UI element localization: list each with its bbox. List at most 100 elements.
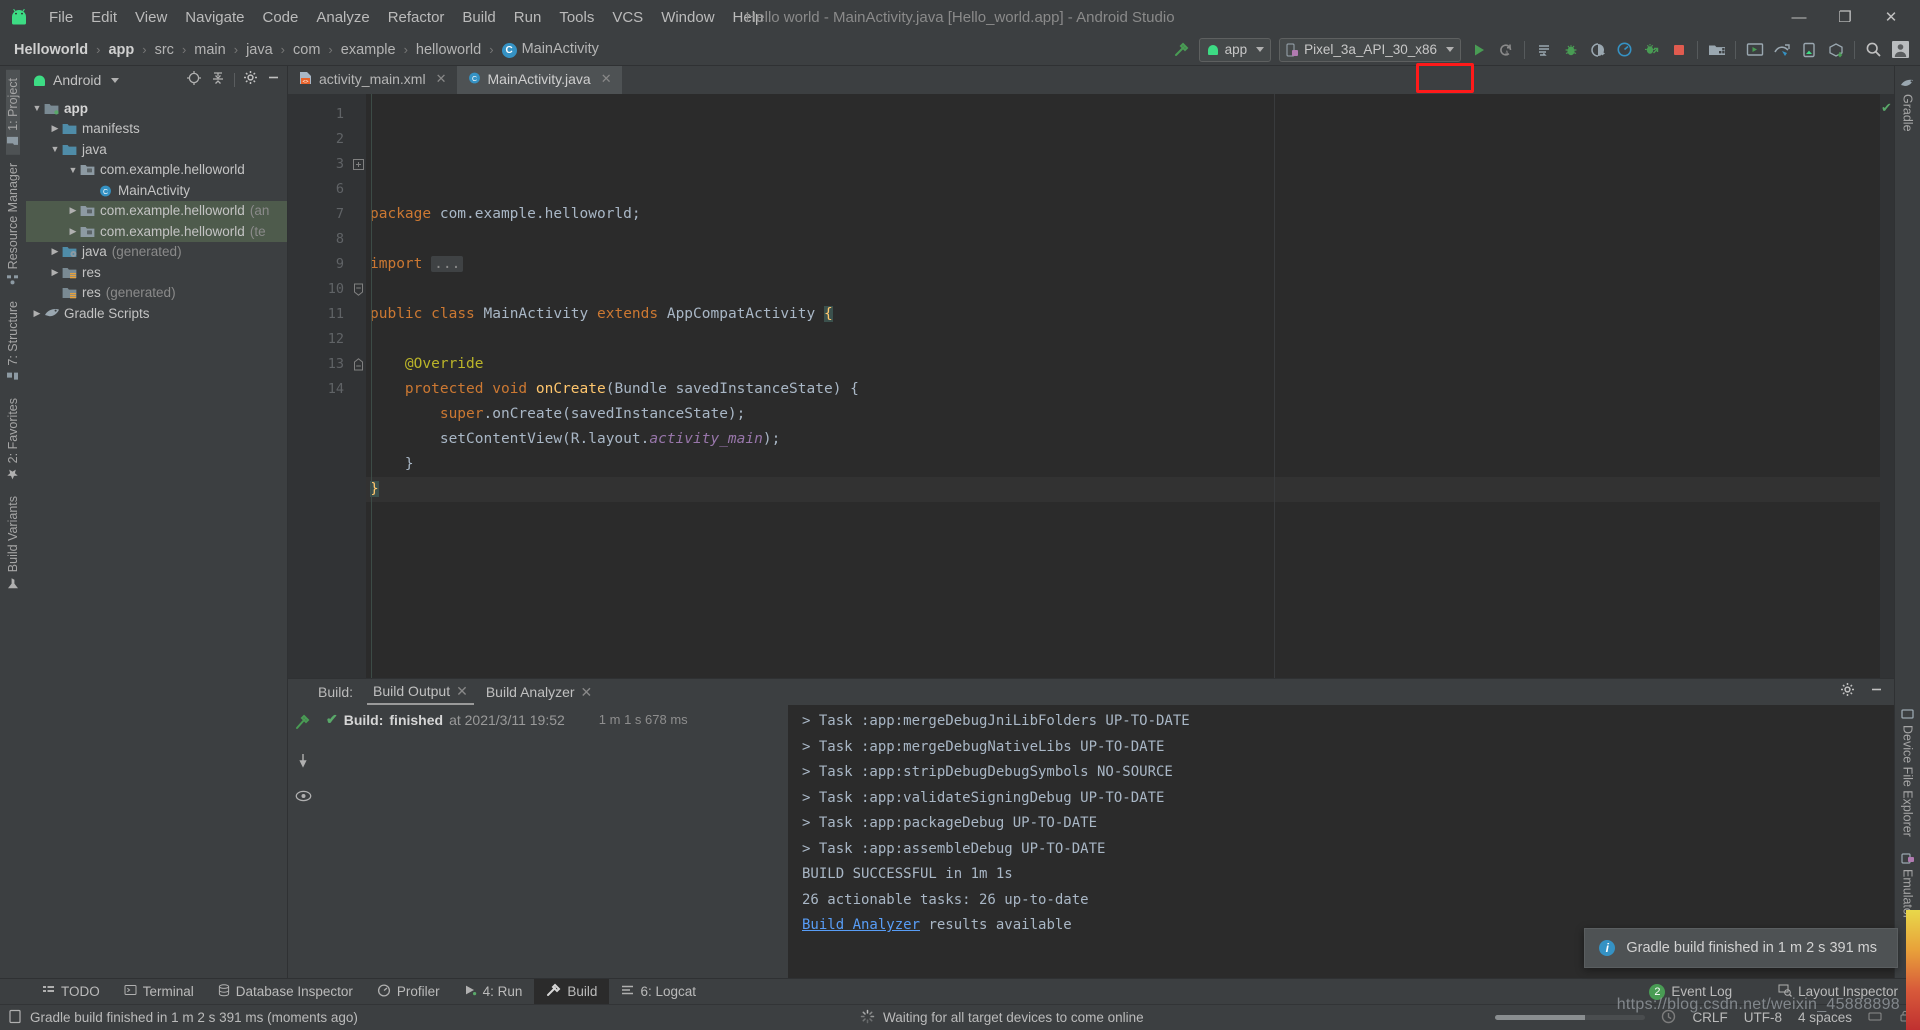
tool-window-terminal[interactable]: Terminal bbox=[112, 979, 206, 1004]
tree-node[interactable]: res (generated) bbox=[26, 283, 287, 304]
tree-node[interactable]: ▶ manifests bbox=[26, 119, 287, 140]
menu-item-build[interactable]: Build bbox=[453, 6, 504, 29]
locate-icon[interactable] bbox=[186, 70, 202, 91]
breadcrumb-item-mainactivity[interactable]: C MainActivity bbox=[500, 41, 601, 58]
close-button[interactable]: ✕ bbox=[1868, 2, 1914, 32]
close-icon[interactable]: ✕ bbox=[581, 684, 593, 701]
breadcrumb-item-helloworld[interactable]: helloworld bbox=[414, 42, 483, 58]
layout-inspector-icon[interactable] bbox=[1768, 37, 1795, 63]
device-manager-icon[interactable] bbox=[1795, 37, 1822, 63]
gear-icon[interactable] bbox=[1840, 682, 1855, 702]
tool-window-todo[interactable]: TODO bbox=[30, 979, 112, 1004]
apply-code-changes-button[interactable] bbox=[1530, 37, 1557, 63]
chevron-right-icon[interactable]: ▶ bbox=[30, 308, 44, 319]
project-tree[interactable]: ▼ app ▶ manifests ▼ java ▼ com.example.hellowor… bbox=[26, 94, 287, 978]
tool-window-layout-inspector[interactable]: Layout Inspector bbox=[1766, 981, 1910, 1003]
build-status-row[interactable]: ✔ Build: finished at 2021/3/11 19:52 1 m… bbox=[326, 711, 788, 728]
chevron-down-icon[interactable]: ▼ bbox=[66, 165, 80, 175]
tool-strip-gradle[interactable]: Gradle bbox=[1900, 70, 1915, 140]
breadcrumb-item-app[interactable]: app bbox=[106, 42, 136, 58]
sync-gradle-icon[interactable] bbox=[1822, 37, 1849, 63]
chevron-right-icon[interactable]: ▶ bbox=[48, 246, 62, 257]
build-result-tree[interactable]: ✔ Build: finished at 2021/3/11 19:52 1 m… bbox=[318, 705, 788, 978]
breadcrumb-item-helloworld[interactable]: Helloworld bbox=[12, 42, 90, 58]
memory-indicator-icon[interactable] bbox=[1868, 1010, 1882, 1026]
code-fold-gutter[interactable] bbox=[350, 94, 366, 678]
background-tasks-icon[interactable] bbox=[1661, 1009, 1676, 1027]
run-button[interactable] bbox=[1465, 37, 1492, 63]
code-editor[interactable]: 1 2 3 6 7 8 9 10 11 12 13 14 package com… bbox=[288, 94, 1894, 678]
tool-window-profiler[interactable]: Profiler bbox=[365, 979, 452, 1004]
menu-item-help[interactable]: Help bbox=[724, 6, 773, 29]
collapse-all-icon[interactable] bbox=[210, 70, 226, 91]
apply-changes-button[interactable]: A bbox=[1492, 37, 1519, 63]
debug-button[interactable] bbox=[1557, 37, 1584, 63]
avd-manager-icon[interactable] bbox=[1741, 37, 1768, 63]
fold-collapse-method-icon[interactable] bbox=[350, 277, 366, 302]
hide-panel-icon[interactable] bbox=[266, 70, 281, 90]
stop-button[interactable] bbox=[1665, 37, 1692, 63]
close-icon[interactable]: ✕ bbox=[456, 683, 468, 700]
build-hammer-icon[interactable] bbox=[1168, 37, 1195, 63]
rerun-build-icon[interactable] bbox=[294, 713, 312, 736]
sdk-manager-icon[interactable] bbox=[1703, 37, 1730, 63]
tool-strip-device-file-explorer[interactable]: Device File Explorer bbox=[1901, 700, 1915, 845]
minimize-button[interactable]: — bbox=[1776, 2, 1822, 32]
error-marker-strip[interactable]: ✔ bbox=[1880, 94, 1894, 678]
attach-debugger-button[interactable] bbox=[1584, 37, 1611, 63]
pin-icon[interactable] bbox=[295, 752, 311, 773]
tool-window-database-inspector[interactable]: Database Inspector bbox=[206, 979, 365, 1004]
chevron-right-icon[interactable]: ▶ bbox=[66, 205, 80, 216]
tool-strip-2-favorites[interactable]: 2: Favorites bbox=[6, 390, 20, 488]
module-selector[interactable]: app bbox=[1198, 37, 1272, 62]
menu-item-tools[interactable]: Tools bbox=[550, 6, 603, 29]
gear-icon[interactable] bbox=[243, 70, 258, 90]
breadcrumb-item-src[interactable]: src bbox=[153, 42, 176, 58]
breadcrumb-item-example[interactable]: example bbox=[339, 42, 398, 58]
tree-node[interactable]: ▶ res bbox=[26, 262, 287, 283]
menu-item-navigate[interactable]: Navigate bbox=[176, 6, 253, 29]
line-ending-selector[interactable]: CRLF bbox=[1692, 1010, 1727, 1025]
tree-node[interactable]: ▶ java (generated) bbox=[26, 242, 287, 263]
code-text[interactable]: package com.example.helloworld; import ..… bbox=[366, 94, 1880, 678]
chevron-right-icon[interactable]: ▶ bbox=[48, 267, 62, 278]
maximize-button[interactable]: ❐ bbox=[1822, 2, 1868, 32]
menu-item-edit[interactable]: Edit bbox=[82, 6, 126, 29]
close-icon[interactable]: ✕ bbox=[601, 71, 612, 87]
tool-window-event-log[interactable]: 2 Event Log bbox=[1637, 981, 1744, 1003]
notification-toast[interactable]: i Gradle build finished in 1 m 2 s 391 m… bbox=[1584, 928, 1898, 968]
tool-window-4-run[interactable]: 4: Run bbox=[452, 979, 535, 1004]
tool-strip-7-structure[interactable]: 7: Structure bbox=[6, 293, 20, 390]
editor-tab-mainactivity-java[interactable]: C MainActivity.java ✕ bbox=[456, 66, 622, 94]
search-icon[interactable] bbox=[1860, 37, 1887, 63]
close-icon[interactable]: ✕ bbox=[436, 71, 447, 87]
tree-node[interactable]: ▶ Gradle Scripts bbox=[26, 303, 287, 324]
chevron-down-icon[interactable]: ▼ bbox=[30, 103, 44, 113]
hide-panel-icon[interactable] bbox=[1869, 682, 1884, 702]
breadcrumb-item-com[interactable]: com bbox=[291, 42, 322, 58]
menu-item-analyze[interactable]: Analyze bbox=[307, 6, 378, 29]
chevron-down-icon[interactable]: ▼ bbox=[48, 144, 62, 154]
toggle-view-icon[interactable] bbox=[295, 789, 312, 808]
tree-node[interactable]: ▶ com.example.helloworld (an bbox=[26, 200, 287, 221]
tree-node[interactable]: ▼ app bbox=[26, 98, 287, 119]
profiler-button[interactable] bbox=[1611, 37, 1638, 63]
build-tab-build-analyzer[interactable]: Build Analyzer ✕ bbox=[480, 681, 598, 704]
tool-window-build[interactable]: Build bbox=[534, 979, 610, 1004]
tool-strip-build-variants[interactable]: Build Variants bbox=[6, 488, 20, 597]
build-tab-build-output[interactable]: Build Output ✕ bbox=[367, 680, 474, 705]
menu-item-file[interactable]: File bbox=[40, 6, 82, 29]
project-view-selector[interactable]: Android bbox=[32, 72, 120, 88]
menu-item-vcs[interactable]: VCS bbox=[603, 6, 652, 29]
editor-tab-activity-main-xml[interactable]: <> activity_main.xml ✕ bbox=[288, 66, 457, 94]
menu-item-window[interactable]: Window bbox=[652, 6, 723, 29]
build-analyzer-link[interactable]: Build Analyzer bbox=[802, 917, 920, 933]
breadcrumb-item-java[interactable]: java bbox=[244, 42, 275, 58]
fold-end-method-icon[interactable] bbox=[350, 352, 366, 377]
menu-item-view[interactable]: View bbox=[126, 6, 176, 29]
tree-node[interactable]: ▼ com.example.helloworld bbox=[26, 160, 287, 181]
tool-strip-resource-manager[interactable]: Resource Manager bbox=[6, 155, 20, 293]
tree-node[interactable]: ▼ java bbox=[26, 139, 287, 160]
menu-item-run[interactable]: Run bbox=[505, 6, 551, 29]
indent-selector[interactable]: 4 spaces bbox=[1798, 1010, 1852, 1025]
